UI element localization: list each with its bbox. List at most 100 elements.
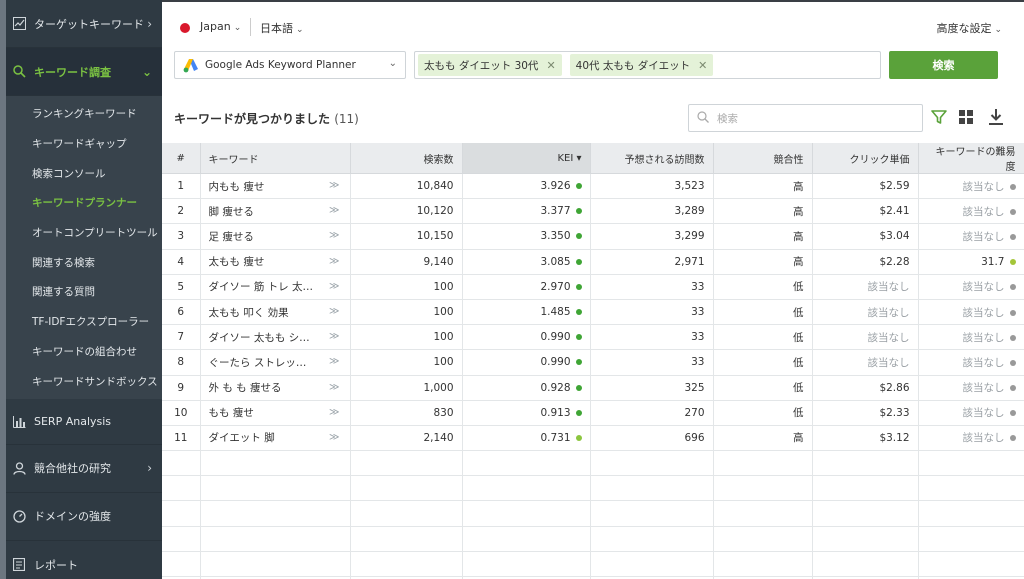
data-source-select[interactable]: Google Ads Keyword Planner ⌄ xyxy=(174,51,406,79)
sidebar-subitem-sandbox[interactable]: キーワードサンドボックス xyxy=(6,366,162,396)
table-row[interactable]: 9 外 も も 痩せる ≫ 1,000 0.928 325 低 $2.86 該当なし xyxy=(162,375,1024,401)
double-chevron-right-icon[interactable]: ≫ xyxy=(329,356,339,367)
keyword-text: 脚 痩せる xyxy=(208,205,254,218)
cell-keyword[interactable]: ダイソー 太もも シ… ≫ xyxy=(200,324,351,351)
sidebar-item-reports[interactable]: レポート xyxy=(6,541,162,579)
cell-keyword[interactable]: ぐーたら ストレッ… ≫ xyxy=(200,349,351,376)
cell-kei: 0.928 xyxy=(462,375,591,401)
cell-keyword[interactable]: 太もも 叩く 効果 ≫ xyxy=(200,299,351,326)
cell-index: 7 xyxy=(162,324,201,351)
sort-desc-icon: ▾ xyxy=(576,152,582,164)
double-chevron-right-icon[interactable]: ≫ xyxy=(329,331,339,342)
language-selector[interactable]: 日本語 ⌄ xyxy=(260,20,304,36)
filter-search-input[interactable]: 検索 xyxy=(688,104,923,132)
cell-keyword[interactable]: 脚 痩せる ≫ xyxy=(200,198,351,225)
double-chevron-right-icon[interactable]: ≫ xyxy=(329,230,339,241)
sidebar-subitem-keyword-planner[interactable]: キーワードプランナー xyxy=(6,188,162,218)
double-chevron-right-icon[interactable]: ≫ xyxy=(329,306,339,317)
table-row[interactable]: 3 足 痩せる ≫ 10,150 3.350 3,299 高 $3.04 該当なし xyxy=(162,223,1024,250)
sidebar-subitem-combinations[interactable]: キーワードの組合わせ xyxy=(6,337,162,367)
table-row[interactable]: 4 太もも 痩せ ≫ 9,140 3.085 2,971 高 $2.28 31.7 xyxy=(162,249,1024,275)
table-row[interactable]: 8 ぐーたら ストレッ… ≫ 100 0.990 33 低該当なし 該当なし xyxy=(162,349,1024,376)
double-chevron-right-icon[interactable]: ≫ xyxy=(329,432,339,443)
columns-grid-icon[interactable] xyxy=(957,108,975,126)
cell-index: 2 xyxy=(162,198,201,225)
bar-chart-icon xyxy=(12,414,26,428)
table-row[interactable]: 5 ダイソー 筋 トレ 太… ≫ 100 2.970 33 低該当なし 該当なし xyxy=(162,274,1024,300)
search-button[interactable]: 検索 xyxy=(889,51,998,79)
col-header-visits[interactable]: 予想される訪問数 xyxy=(590,143,714,174)
table-row[interactable]: 7 ダイソー 太もも シ… ≫ 100 0.990 33 低該当なし 該当なし xyxy=(162,324,1024,351)
status-dot-icon xyxy=(575,309,582,316)
cell-volume: 10,150 xyxy=(350,223,463,250)
kei-value: 0.928 xyxy=(540,381,571,394)
sidebar-item-keyword-research[interactable]: キーワード調査 ⌄ xyxy=(6,48,162,96)
difficulty-value: 該当なし xyxy=(962,382,1005,395)
cell-cpc: 該当なし xyxy=(812,349,919,376)
sidebar-subitem-related-searches[interactable]: 関連する検索 xyxy=(6,247,162,277)
sidebar-subitem-tfidf[interactable]: TF-IDFエクスプローラー xyxy=(6,307,162,337)
table-row[interactable]: 11 ダイエット 脚 ≫ 2,140 0.731 696 高 $3.12 該当なし xyxy=(162,425,1024,452)
cell-visits: 696 xyxy=(590,425,714,452)
double-chevron-right-icon[interactable]: ≫ xyxy=(329,407,339,418)
col-header-keyword[interactable]: キーワード xyxy=(200,143,351,174)
cell-keyword[interactable]: 足 痩せる ≫ xyxy=(200,223,351,250)
col-header-cpc[interactable]: クリック単価 xyxy=(812,143,919,174)
empty-row xyxy=(162,475,1024,502)
keyword-text: もも 痩せ xyxy=(208,407,254,420)
google-ads-icon xyxy=(183,57,199,73)
status-dot-icon xyxy=(1009,334,1016,341)
kei-value: 0.913 xyxy=(540,406,571,419)
cell-keyword[interactable]: 太もも 痩せ ≫ xyxy=(200,249,351,275)
col-header-index[interactable]: # xyxy=(162,143,201,174)
sidebar-subitem-ranking[interactable]: ランキングキーワード xyxy=(6,99,162,129)
table-row[interactable]: 6 太もも 叩く 効果 ≫ 100 1.485 33 低該当なし 該当なし xyxy=(162,299,1024,326)
sidebar-item-competitors[interactable]: 競合他社の研究 › xyxy=(6,445,162,493)
close-icon[interactable]: ✕ xyxy=(698,59,707,72)
cell-cpc: $2.86 xyxy=(812,375,919,401)
status-dot-icon xyxy=(575,183,582,190)
sidebar-item-label: レポート xyxy=(34,558,78,572)
double-chevron-right-icon[interactable]: ≫ xyxy=(329,256,339,267)
cell-keyword[interactable]: 内もも 痩せ ≫ xyxy=(200,173,351,200)
sidebar-subitem-search-console[interactable]: 検索コンソール xyxy=(6,158,162,188)
table-row[interactable]: 2 脚 痩せる ≫ 10,120 3.377 3,289 高 $2.41 該当なし xyxy=(162,198,1024,225)
cell-keyword[interactable]: ダイエット 脚 ≫ xyxy=(200,425,351,452)
cell-difficulty: 該当なし xyxy=(918,375,1024,401)
sidebar-subitem-autocomplete[interactable]: オートコンプリートツール xyxy=(6,218,162,248)
double-chevron-right-icon[interactable]: ≫ xyxy=(329,180,339,191)
cell-keyword[interactable]: 外 も も 痩せる ≫ xyxy=(200,375,351,401)
cell-keyword[interactable]: もも 痩せ ≫ xyxy=(200,400,351,426)
country-selector[interactable]: Japan ⌄ xyxy=(200,20,241,33)
double-chevron-right-icon[interactable]: ≫ xyxy=(329,281,339,292)
keyword-text: 太もも 痩せ xyxy=(208,256,265,269)
filter-placeholder: 検索 xyxy=(717,112,738,125)
table-row[interactable]: 1 内もも 痩せ ≫ 10,840 3.926 3,523 高 $2.59 該当なし xyxy=(162,173,1024,200)
sidebar-subitem-gap[interactable]: キーワードギャップ xyxy=(6,129,162,159)
col-header-volume[interactable]: 検索数 xyxy=(350,143,463,174)
sidebar-item-serp-analysis[interactable]: SERP Analysis xyxy=(6,399,162,445)
cell-index: 9 xyxy=(162,375,201,401)
cell-volume: 100 xyxy=(350,349,463,376)
download-icon[interactable] xyxy=(987,108,1005,126)
keyword-tags-input[interactable]: 太もも ダイエット 30代 ✕ 40代 太もも ダイエット ✕ xyxy=(414,51,881,79)
cell-index: 6 xyxy=(162,299,201,326)
double-chevron-right-icon[interactable]: ≫ xyxy=(329,382,339,393)
col-header-difficulty[interactable]: キーワードの難易度 xyxy=(918,143,1024,174)
sidebar-subitem-related-questions[interactable]: 関連する質問 xyxy=(6,277,162,307)
sidebar-item-domain-strength[interactable]: ドメインの強度 xyxy=(6,493,162,541)
cell-keyword[interactable]: ダイソー 筋 トレ 太… ≫ xyxy=(200,274,351,300)
cell-visits: 33 xyxy=(590,299,714,326)
table-row[interactable]: 10 もも 痩せ ≫ 830 0.913 270 低 $2.33 該当なし xyxy=(162,400,1024,426)
sidebar-item-target-keywords[interactable]: ターゲットキーワード › xyxy=(6,0,162,48)
status-dot-icon xyxy=(1009,359,1016,366)
cell-kei: 0.731 xyxy=(462,425,591,452)
advanced-settings-dropdown[interactable]: 高度な設定 ⌄ xyxy=(936,20,1002,36)
double-chevron-right-icon[interactable]: ≫ xyxy=(329,205,339,216)
close-icon[interactable]: ✕ xyxy=(546,59,555,72)
cell-kei: 0.913 xyxy=(462,400,591,426)
col-header-competition[interactable]: 競合性 xyxy=(713,143,813,174)
filter-icon[interactable] xyxy=(930,108,948,126)
col-header-kei[interactable]: KEI ▾ xyxy=(462,143,591,174)
cell-difficulty: 該当なし xyxy=(918,349,1024,376)
